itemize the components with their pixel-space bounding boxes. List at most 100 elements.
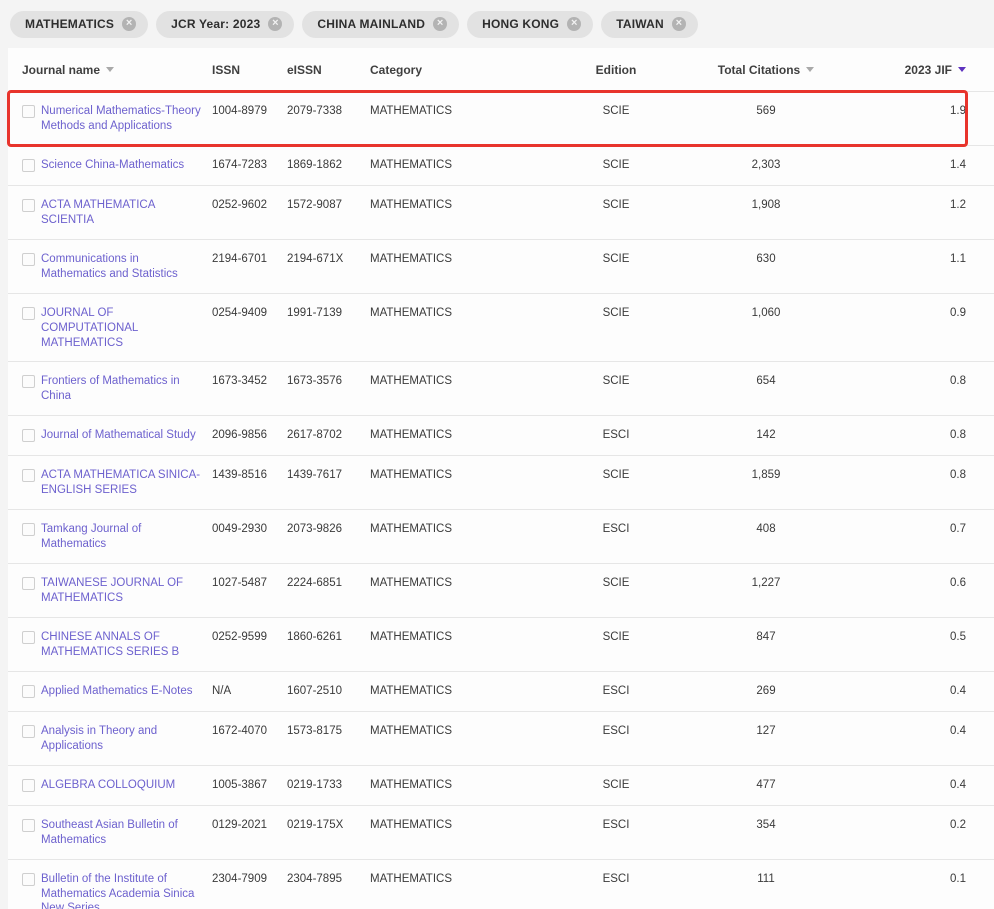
category-cell: MATHEMATICS [370, 818, 566, 832]
journal-name-link[interactable]: ALGEBRA COLLOQUIUM [41, 778, 212, 793]
table-row: Numerical Mathematics-Theory Methods and… [8, 92, 994, 146]
journal-name-link[interactable]: Bulletin of the Institute of Mathematics… [41, 872, 212, 909]
issn-cell: 1005-3867 [212, 778, 287, 792]
eissn-cell: 0219-175X [287, 818, 370, 832]
remove-filter-icon[interactable]: × [567, 17, 581, 31]
filter-chip-label: CHINA MAINLAND [317, 17, 425, 31]
journal-name-link[interactable]: Numerical Mathematics-Theory Methods and… [41, 104, 212, 134]
edition-cell: SCIE [566, 198, 666, 212]
jif-cell: 0.4 [866, 684, 966, 698]
journal-name-cell: Frontiers of Mathematics in China [41, 374, 212, 404]
edition-cell: SCIE [566, 158, 666, 172]
remove-filter-icon[interactable]: × [268, 17, 282, 31]
column-header-eissn: eISSN [287, 63, 370, 77]
checkbox-cell [22, 684, 41, 698]
edition-cell: ESCI [566, 724, 666, 738]
row-checkbox[interactable] [22, 469, 35, 482]
eissn-cell: 1869-1862 [287, 158, 370, 172]
checkbox-cell [22, 104, 41, 118]
remove-filter-icon[interactable]: × [122, 17, 136, 31]
journal-name-link[interactable]: CHINESE ANNALS OF MATHEMATICS SERIES B [41, 630, 212, 660]
row-checkbox[interactable] [22, 375, 35, 388]
row-checkbox[interactable] [22, 159, 35, 172]
journal-name-link[interactable]: Applied Mathematics E-Notes [41, 684, 212, 699]
edition-cell: ESCI [566, 684, 666, 698]
row-checkbox[interactable] [22, 779, 35, 792]
row-checkbox[interactable] [22, 685, 35, 698]
edition-cell: SCIE [566, 306, 666, 320]
table-row: Bulletin of the Institute of Mathematics… [8, 860, 994, 909]
row-checkbox[interactable] [22, 253, 35, 266]
journal-name-cell: TAIWANESE JOURNAL OF MATHEMATICS [41, 576, 212, 606]
row-checkbox[interactable] [22, 631, 35, 644]
eissn-cell: 2224-6851 [287, 576, 370, 590]
column-header-journal-name[interactable]: Journal name [22, 63, 212, 77]
journal-name-link[interactable]: Science China-Mathematics [41, 158, 212, 173]
journal-name-cell: ACTA MATHEMATICA SCIENTIA [41, 198, 212, 228]
issn-cell: 1672-4070 [212, 724, 287, 738]
filter-chip[interactable]: MATHEMATICS × [10, 11, 148, 38]
category-cell: MATHEMATICS [370, 468, 566, 482]
issn-cell: 0049-2930 [212, 522, 287, 536]
jif-cell: 1.1 [866, 252, 966, 266]
remove-filter-icon[interactable]: × [433, 17, 447, 31]
edition-cell: ESCI [566, 428, 666, 442]
edition-cell: SCIE [566, 468, 666, 482]
filter-chip[interactable]: JCR Year: 2023 × [156, 11, 294, 38]
journal-name-cell: Communications in Mathematics and Statis… [41, 252, 212, 282]
journal-name-link[interactable]: TAIWANESE JOURNAL OF MATHEMATICS [41, 576, 212, 606]
column-header-total-citations[interactable]: Total Citations [666, 63, 866, 77]
row-checkbox[interactable] [22, 307, 35, 320]
row-checkbox[interactable] [22, 819, 35, 832]
eissn-cell: 1439-7617 [287, 468, 370, 482]
checkbox-cell [22, 374, 41, 388]
journal-name-cell: CHINESE ANNALS OF MATHEMATICS SERIES B [41, 630, 212, 660]
journal-name-link[interactable]: Communications in Mathematics and Statis… [41, 252, 212, 282]
journal-name-cell: Bulletin of the Institute of Mathematics… [41, 872, 212, 909]
edition-cell: ESCI [566, 818, 666, 832]
column-header-label: Journal name [22, 63, 100, 77]
journal-name-link[interactable]: JOURNAL OF COMPUTATIONAL MATHEMATICS [41, 306, 212, 351]
filter-chip[interactable]: HONG KONG × [467, 11, 593, 38]
filter-chip[interactable]: CHINA MAINLAND × [302, 11, 459, 38]
row-checkbox[interactable] [22, 105, 35, 118]
table-row: Journal of Mathematical Study 2096-9856 … [8, 416, 994, 456]
journal-name-link[interactable]: Frontiers of Mathematics in China [41, 374, 212, 404]
row-checkbox[interactable] [22, 523, 35, 536]
journal-name-cell: Southeast Asian Bulletin of Mathematics [41, 818, 212, 848]
jif-cell: 1.4 [866, 158, 966, 172]
total-citations-cell: 354 [666, 818, 866, 832]
journal-name-link[interactable]: Journal of Mathematical Study [41, 428, 212, 443]
issn-cell: 2096-9856 [212, 428, 287, 442]
filter-chip-label: JCR Year: 2023 [171, 17, 260, 31]
eissn-cell: 1991-7139 [287, 306, 370, 320]
total-citations-cell: 1,227 [666, 576, 866, 590]
total-citations-cell: 408 [666, 522, 866, 536]
row-checkbox[interactable] [22, 873, 35, 886]
row-checkbox[interactable] [22, 199, 35, 212]
column-header-2023-jif[interactable]: 2023 JIF [866, 63, 966, 77]
category-cell: MATHEMATICS [370, 198, 566, 212]
category-cell: MATHEMATICS [370, 522, 566, 536]
remove-filter-icon[interactable]: × [672, 17, 686, 31]
row-checkbox[interactable] [22, 725, 35, 738]
jif-cell: 1.9 [866, 104, 966, 118]
total-citations-cell: 1,908 [666, 198, 866, 212]
eissn-cell: 2617-8702 [287, 428, 370, 442]
category-cell: MATHEMATICS [370, 306, 566, 320]
checkbox-cell [22, 428, 41, 442]
jif-cell: 0.1 [866, 872, 966, 886]
checkbox-cell [22, 872, 41, 886]
table-row: Analysis in Theory and Applications 1672… [8, 712, 994, 766]
journal-name-link[interactable]: ACTA MATHEMATICA SCIENTIA [41, 198, 212, 228]
filter-chip[interactable]: TAIWAN × [601, 11, 698, 38]
journal-name-cell: ALGEBRA COLLOQUIUM [41, 778, 212, 793]
journal-name-link[interactable]: Analysis in Theory and Applications [41, 724, 212, 754]
row-checkbox[interactable] [22, 429, 35, 442]
journal-name-link[interactable]: Tamkang Journal of Mathematics [41, 522, 212, 552]
row-checkbox[interactable] [22, 577, 35, 590]
table-header-row: Journal name ISSN eISSN Category Edition… [8, 48, 994, 92]
journal-name-link[interactable]: ACTA MATHEMATICA SINICA-ENGLISH SERIES [41, 468, 212, 498]
journal-name-link[interactable]: Southeast Asian Bulletin of Mathematics [41, 818, 212, 848]
checkbox-cell [22, 306, 41, 320]
